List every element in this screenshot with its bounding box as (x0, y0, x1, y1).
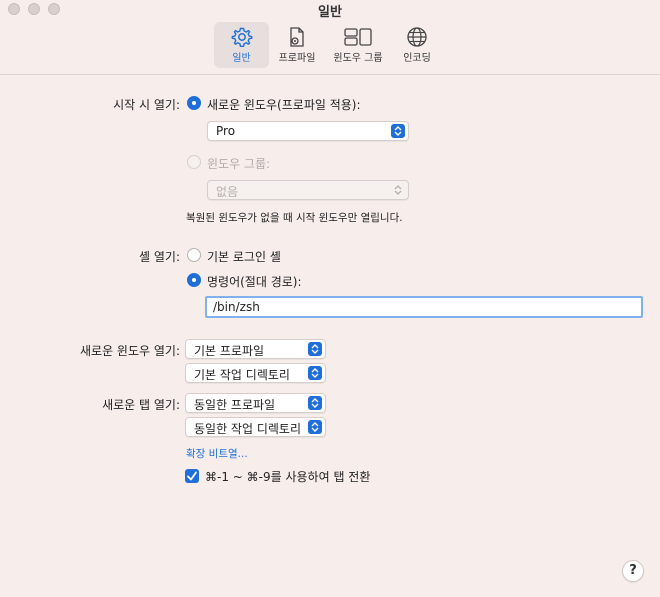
shell-label: 셸 열기: (139, 250, 180, 264)
new-window-directory-popup[interactable]: 기본 작업 디렉토리 (185, 363, 326, 383)
tab-profiles-label: 프로파일 (278, 53, 316, 64)
new-window-radio[interactable] (187, 96, 201, 110)
startup-profile-value: Pro (216, 124, 236, 138)
new-tab-label: 새로운 탭 열기: (102, 398, 180, 412)
popup-arrows-icon (391, 124, 405, 138)
window-title: 일반 (318, 5, 342, 20)
popup-arrows-icon (308, 396, 322, 410)
popup-arrows-icon (308, 342, 322, 356)
startup-note: 복원된 윈도우가 없을 때 시작 윈도우만 열립니다. (186, 212, 403, 224)
window-group-popup[interactable]: 없음 (207, 180, 409, 200)
window-group-option-label: 윈도우 그룹: (207, 157, 271, 171)
preferences-toolbar: 일반 프로파일 윈도우 그룹 인코딩 (0, 22, 660, 68)
command-path-value: /bin/zsh (213, 300, 260, 314)
command-option-label: 명령어(절대 경로): (207, 275, 302, 289)
new-tab-profile-popup[interactable]: 동일한 프로파일 (185, 393, 326, 413)
startup-profile-popup[interactable]: Pro (207, 121, 409, 141)
checkmark-icon (187, 471, 197, 481)
window-group-icon (344, 28, 372, 46)
command-radio[interactable] (187, 273, 201, 287)
profile-document-icon (290, 27, 304, 47)
globe-icon (407, 27, 427, 47)
new-window-profile-value: 기본 프로파일 (194, 344, 265, 358)
tab-encodings-label: 인코딩 (403, 53, 431, 64)
popup-arrows-icon (308, 366, 322, 380)
popup-arrows-icon (308, 420, 322, 434)
login-shell-radio[interactable] (187, 248, 201, 262)
tab-general-label: 일반 (232, 53, 251, 64)
command-path-input[interactable]: /bin/zsh (205, 296, 643, 318)
new-tab-profile-value: 동일한 프로파일 (194, 398, 276, 412)
new-window-option-label: 새로운 윈도우(프로파일 적용): (207, 98, 361, 112)
help-button[interactable]: ? (622, 560, 644, 582)
tab-shortcut-label: ⌘-1 ~ ⌘-9를 사용하여 탭 전환 (205, 470, 371, 484)
new-window-label: 새로운 윈도우 열기: (80, 344, 180, 358)
tab-shortcut-checkbox[interactable] (185, 469, 199, 483)
gear-icon (231, 27, 252, 47)
startup-label: 시작 시 열기: (113, 98, 180, 112)
new-window-directory-value: 기본 작업 디렉토리 (194, 368, 290, 382)
new-tab-directory-value: 동일한 작업 디렉토리 (194, 422, 301, 436)
window-group-radio[interactable] (187, 155, 201, 169)
new-tab-directory-popup[interactable]: 동일한 작업 디렉토리 (185, 417, 326, 437)
popup-arrows-icon (391, 183, 405, 197)
window-group-value: 없음 (216, 185, 239, 199)
tab-general[interactable]: 일반 (214, 22, 269, 68)
advanced-bits-link[interactable]: 확장 비트열... (186, 446, 248, 461)
new-window-profile-popup[interactable]: 기본 프로파일 (185, 339, 326, 359)
title-bar: 일반 일반 프로파일 윈도우 그룹 인코딩 (0, 0, 660, 75)
tab-window-groups[interactable]: 윈도우 그룹 (330, 22, 386, 68)
login-shell-option-label: 기본 로그인 셸 (207, 250, 281, 264)
tab-encodings[interactable]: 인코딩 (397, 22, 437, 68)
tab-window-groups-label: 윈도우 그룹 (333, 53, 383, 64)
tab-profiles[interactable]: 프로파일 (274, 22, 320, 68)
